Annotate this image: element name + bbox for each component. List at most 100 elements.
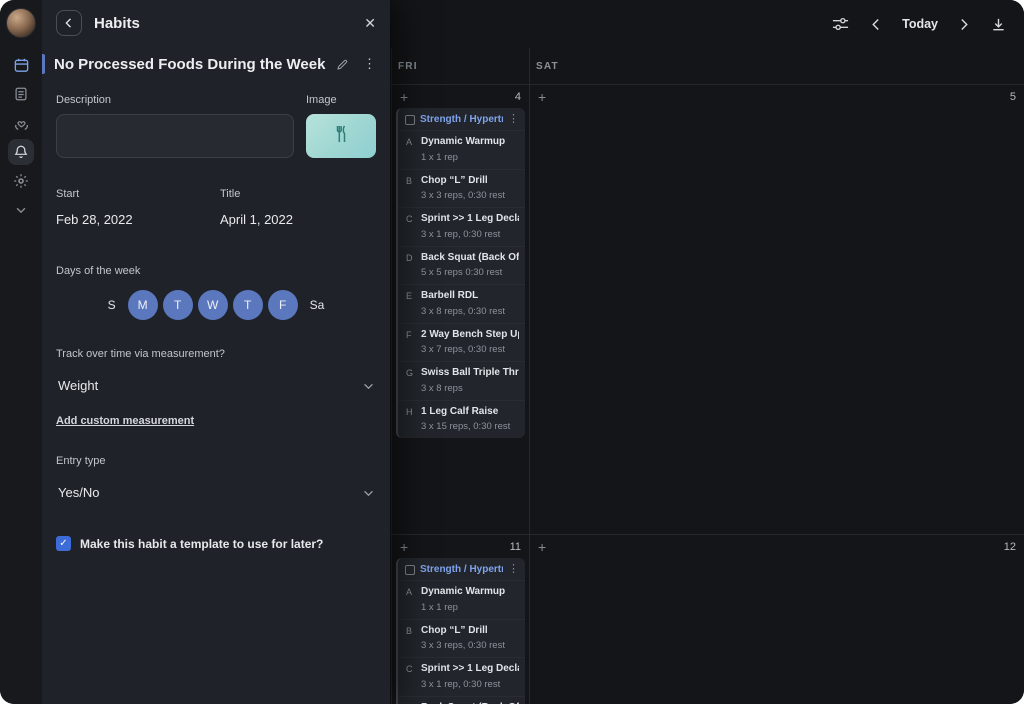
previous-week-icon[interactable] [871,18,880,31]
next-week-icon[interactable] [960,18,969,31]
exercise-row[interactable]: BChop “L” Drill 3 x 3 reps, 0:30 rest [398,619,525,658]
add-workout-icon[interactable]: + [400,540,408,554]
day-of-week-f[interactable]: F [268,290,298,320]
exercise-prefix: D [406,252,421,279]
description-input[interactable] [56,114,294,158]
workout-menu-icon[interactable]: ⋮ [508,114,519,125]
habit-image[interactable] [306,114,376,158]
exercise-row[interactable]: F2 Way Bench Step Up3 x 7 reps, 0:30 res… [398,323,525,362]
template-checkbox[interactable]: ✓ [56,536,71,551]
exercise-prefix: B [406,175,421,202]
exercise-name: Chop “L” Drill [421,625,519,638]
start-date-value[interactable]: Feb 28, 2022 [56,212,220,227]
template-checkbox-row: ✓ Make this habit a template to use for … [56,536,376,551]
habit-menu-icon[interactable]: ⋮ [363,56,376,72]
exercise-row[interactable]: CSprint >> 1 Leg Declarations3 x 1 rep, … [398,657,525,696]
day-of-week-t[interactable]: T [163,290,193,320]
exercise-row[interactable]: ADynamic Warmup1 x 1 rep [398,130,525,169]
workout-checkbox[interactable] [405,565,415,575]
exercise-name: Dynamic Warmup [421,586,519,599]
day-cell-header: +12 [530,535,1024,556]
exercise-body: 1 Leg Calf Raise 3 x 15 reps, 0:30 rest [421,406,519,433]
day-of-week-m[interactable]: M [128,290,158,320]
bell-icon[interactable] [8,139,34,165]
workout-card[interactable]: Strength / Hypertro... ⋮ ADynamic Warmup1 … [396,108,525,438]
habit-title: No Processed Foods During the Week [54,56,330,73]
gear-icon[interactable] [8,168,34,194]
habit-title-row: No Processed Foods During the Week ⋮ [42,54,390,74]
end-date-value[interactable]: April 1, 2022 [220,212,376,227]
day-number: 12 [1004,541,1016,553]
exercise-prefix: A [406,586,421,613]
workout-title: Strength / Hypertro... [420,114,503,125]
day-of-week-s[interactable]: S [101,298,123,312]
days-of-week-label: Days of the week [56,265,376,277]
back-button[interactable] [56,10,82,36]
exercise-row[interactable]: ADynamic Warmup1 x 1 rep [398,580,525,619]
exercise-name: Sprint >> 1 Leg Declarations [421,663,519,676]
exercise-name: Chop “L” Drill [421,175,519,188]
description-image-labels: Description Image [56,94,376,106]
workout-menu-icon[interactable]: ⋮ [508,564,519,575]
measurement-select[interactable]: Weight [56,372,376,399]
avatar[interactable] [6,8,36,38]
workout-card-title-row: Strength / Hypertro...⋮ [398,558,525,580]
calendar-day-cell[interactable]: +12 [529,535,1024,704]
calendar-day-cell[interactable]: +11Strength / Hypertro...⋮ADynamic Warmu… [391,535,529,704]
exercise-prefix: B [406,625,421,652]
measurement-value: Weight [58,378,98,393]
exercise-detail: 3 x 1 rep, 0:30 rest [421,679,519,690]
exercise-row[interactable]: CSprint >> 1 Leg Declarations3 x 1 rep, … [398,207,525,246]
download-icon[interactable] [991,17,1006,32]
edit-icon[interactable] [336,58,349,71]
accent-bar [42,54,45,74]
calendar-day-cell[interactable]: +4Strength / Hypertro...⋮ADynamic Warmup… [391,85,529,534]
exercise-row[interactable]: GSwiss Ball Triple Threat3 x 8 reps [398,361,525,400]
exercise-name: 1 Leg Calf Raise [421,406,519,419]
day-of-week-w[interactable]: W [198,290,228,320]
add-custom-measurement-link[interactable]: Add custom measurement [56,415,194,427]
date-labels-row: Start Title [56,188,376,200]
document-icon[interactable] [8,81,34,107]
workout-card[interactable]: Strength / Hypertro...⋮ADynamic Warmup1 … [396,558,525,704]
day-of-week-t[interactable]: T [233,290,263,320]
day-number: 5 [1010,91,1016,103]
entry-type-value: Yes/No [58,485,99,500]
heart-hands-icon[interactable] [8,110,34,136]
entry-type-label: Entry type [56,455,376,467]
exercise-row[interactable]: EBarbell RDL3 x 8 reps, 0:30 rest [398,284,525,323]
day-cell-header: +5 [530,85,1024,106]
exercise-detail: 3 x 3 reps, 0:30 rest [421,640,519,651]
add-workout-icon[interactable]: + [538,90,546,104]
exercise-detail: 3 x 15 reps, 0:30 rest [421,421,519,432]
exercise-detail: 3 x 8 reps, 0:30 rest [421,306,519,317]
exercise-row[interactable]: DBack Squat (Back Off Set)5 x 5 reps 0:3… [398,246,525,285]
exercise-prefix: G [406,367,421,394]
add-workout-icon[interactable]: + [400,90,408,104]
filter-sliders-icon[interactable] [832,17,849,31]
exercise-body: Dynamic Warmup1 x 1 rep [421,586,519,613]
entry-type-select[interactable]: Yes/No [56,479,376,506]
exercise-prefix: H [406,406,421,433]
calendar-day-cell[interactable]: +5 [529,85,1024,534]
exercise-row[interactable]: H1 Leg Calf Raise 3 x 15 reps, 0:30 rest [398,400,525,439]
close-icon[interactable]: ✕ [364,15,376,32]
start-label: Start [56,188,220,200]
workout-card-title-row: Strength / Hypertro... ⋮ [398,108,525,130]
day-cell-header: +11 [392,535,529,556]
workout-checkbox[interactable] [405,115,415,125]
exercise-detail: 3 x 1 rep, 0:30 rest [421,229,519,240]
calendar-icon[interactable] [8,52,34,78]
panel-title: Habits [94,15,140,32]
exercise-row[interactable]: BChop “L” Drill 3 x 3 reps, 0:30 rest [398,169,525,208]
exercise-detail: 3 x 3 reps, 0:30 rest [421,190,519,201]
exercise-row[interactable]: DBack Squat (Back Off Set)5 x 5 reps 0:3… [398,696,525,704]
today-button[interactable]: Today [902,17,938,31]
chevron-down-icon[interactable] [8,197,34,223]
add-workout-icon[interactable]: + [538,540,546,554]
exercise-body: Barbell RDL3 x 8 reps, 0:30 rest [421,290,519,317]
exercise-detail: 3 x 7 reps, 0:30 rest [421,344,519,355]
day-of-week-sa[interactable]: Sa [303,298,332,312]
panel-header: Habits ✕ [42,0,390,46]
exercise-prefix: F [406,329,421,356]
